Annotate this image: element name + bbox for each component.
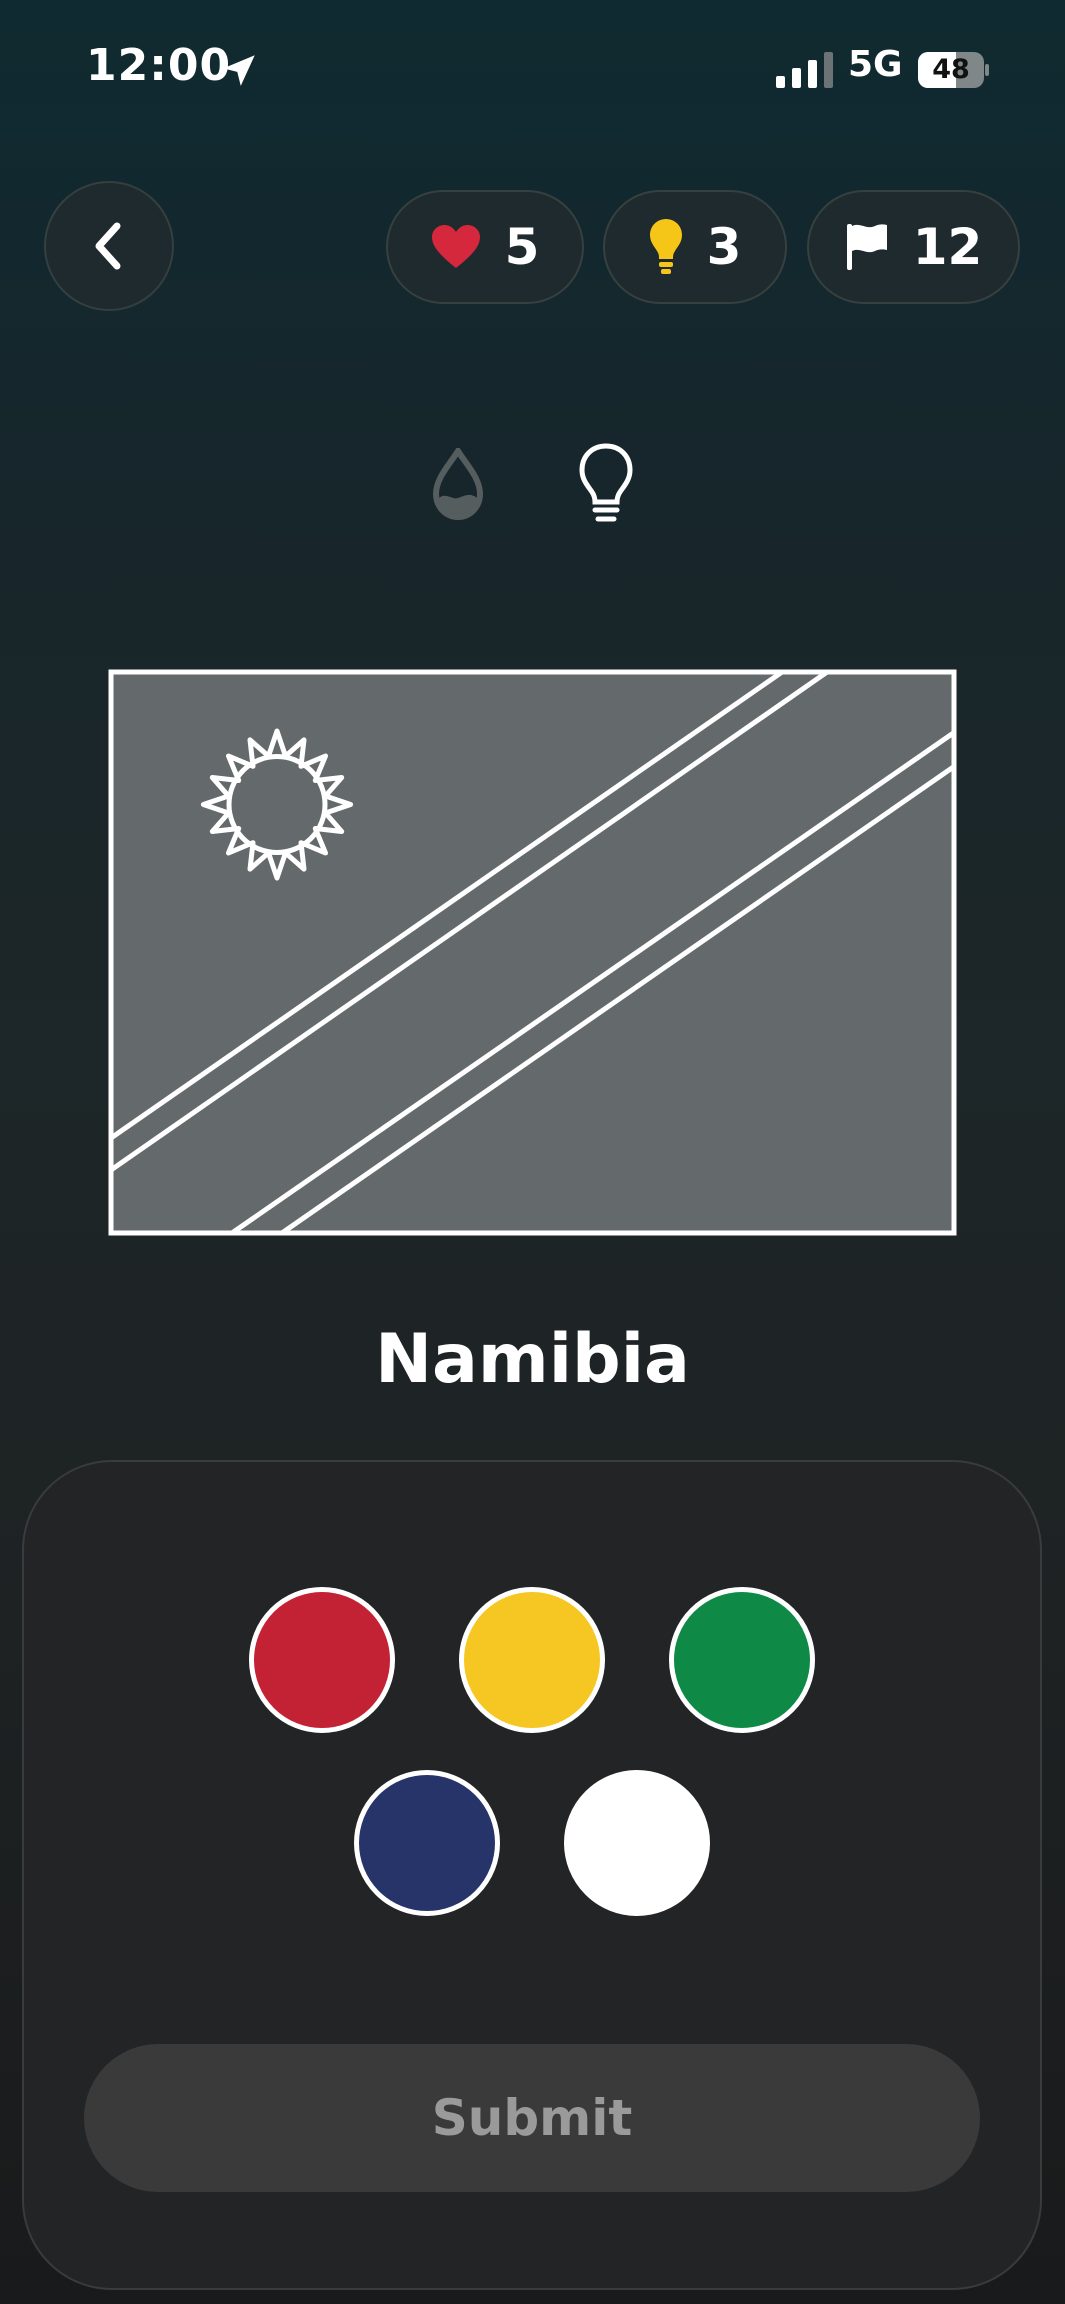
- chevron-left-icon: [95, 222, 121, 270]
- color-swatch-blue[interactable]: [354, 1770, 500, 1916]
- hints-counter[interactable]: 3: [603, 190, 787, 304]
- color-swatch-white[interactable]: [564, 1770, 710, 1916]
- lightbulb-icon: [649, 219, 682, 274]
- signal-bars-icon: [776, 52, 833, 88]
- network-type: 5G: [848, 44, 903, 85]
- lives-counter[interactable]: 5: [386, 190, 584, 304]
- location-arrow-icon: [223, 55, 255, 86]
- battery-level: 48: [932, 54, 970, 85]
- flags-counter[interactable]: 12: [807, 190, 1020, 304]
- back-button[interactable]: [44, 181, 174, 311]
- country-name: Namibia: [375, 1320, 690, 1399]
- flag-background-region[interactable]: [111, 672, 954, 1233]
- flag-canvas[interactable]: [108, 669, 957, 1236]
- submit-button[interactable]: Submit: [84, 2044, 980, 2192]
- color-swatch-red[interactable]: [249, 1587, 395, 1733]
- flag-icon: [846, 224, 887, 270]
- status-time: 12:00: [86, 40, 232, 91]
- lightbulb-outline-icon[interactable]: [576, 442, 636, 526]
- paint-drop-icon[interactable]: [430, 448, 486, 520]
- heart-icon: [431, 225, 480, 268]
- color-swatch-green[interactable]: [669, 1587, 815, 1733]
- lives-count: 5: [504, 218, 540, 276]
- hints-count: 3: [706, 218, 742, 276]
- flags-count: 12: [912, 218, 983, 276]
- battery-icon: 48: [918, 52, 990, 88]
- color-swatch-yellow[interactable]: [459, 1587, 605, 1733]
